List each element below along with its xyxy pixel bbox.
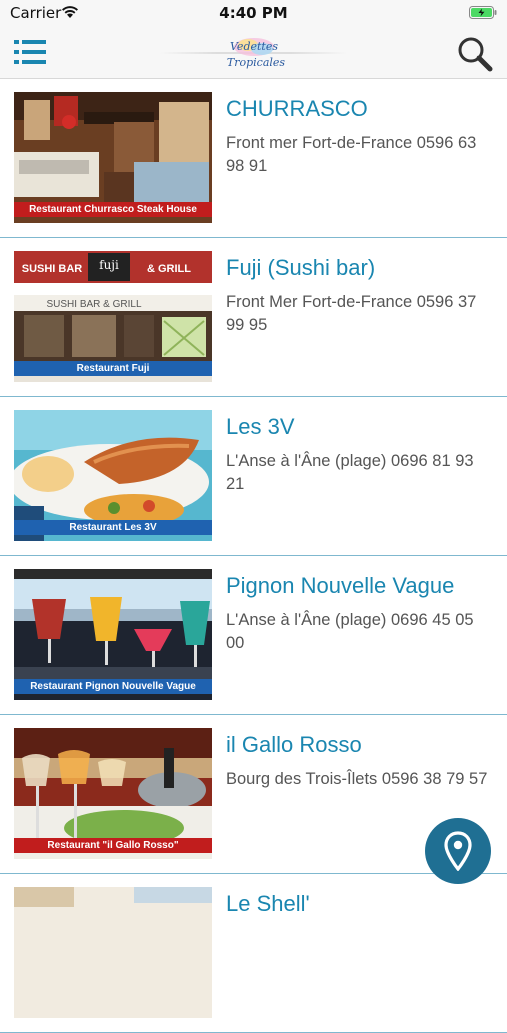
photo-caption: Restaurant Les 3V [14, 520, 212, 535]
clock: 4:40 PM [219, 4, 288, 22]
photo-caption: Restaurant Churrasco Steak House [14, 202, 212, 217]
svg-text:Tropicales: Tropicales [227, 56, 286, 69]
restaurant-name: CHURRASCO [226, 96, 368, 121]
photo-caption: Restaurant "il Gallo Rosso" [14, 838, 212, 853]
restaurant-name: Les 3V [226, 414, 295, 439]
svg-text:& GRILL: & GRILL [147, 263, 191, 275]
restaurant-address: Front mer Fort-de-France 0596 63 98 91 [226, 134, 477, 175]
restaurant-photo: SUSHI BAR fuji & GRILL SUSHI BAR & GRILL… [14, 251, 212, 382]
list-menu-icon[interactable] [14, 38, 46, 66]
restaurant-photo [14, 887, 212, 1018]
restaurant-address: Bourg des Trois-Îlets 0596 38 79 57 [226, 770, 488, 788]
restaurant-name: Le Shell' [226, 891, 310, 916]
svg-text:fuji: fuji [99, 258, 119, 272]
list-item[interactable]: Le Shell' [0, 874, 507, 1033]
list-item[interactable]: SUSHI BAR fuji & GRILL SUSHI BAR & GRILL… [0, 238, 507, 397]
photo-caption: Restaurant Fuji [14, 361, 212, 376]
status-bar: Carrier 4:40 PM [0, 0, 507, 26]
svg-text:SUSHI BAR: SUSHI BAR [22, 263, 83, 275]
restaurant-name: il Gallo Rosso [226, 732, 362, 757]
magnifier-icon[interactable] [457, 36, 493, 72]
restaurant-photo: Restaurant "il Gallo Rosso" [14, 728, 212, 859]
restaurant-photo: Restaurant Les 3V [14, 410, 212, 541]
restaurant-list: Restaurant Churrasco Steak House CHURRAS… [0, 79, 507, 1033]
list-item[interactable]: Restaurant Churrasco Steak House CHURRAS… [0, 79, 507, 238]
list-item[interactable]: Restaurant Les 3V Les 3V L'Anse à l'Âne … [0, 397, 507, 556]
svg-text:SUSHI BAR & GRILL: SUSHI BAR & GRILL [46, 299, 141, 310]
app-logo: Vedettes Tropicales [160, 32, 347, 74]
restaurant-name: Pignon Nouvelle Vague [226, 573, 455, 598]
restaurant-photo: Restaurant Pignon Nouvelle Vague [14, 569, 212, 700]
restaurant-address: L'Anse à l'Âne (plage) 0696 45 05 00 [226, 611, 474, 652]
photo-caption: Restaurant Pignon Nouvelle Vague [14, 679, 212, 694]
nav-bar: Vedettes Tropicales [0, 26, 507, 79]
restaurant-photo: Restaurant Churrasco Steak House [14, 92, 212, 223]
battery-icon [469, 6, 497, 19]
svg-text:Vedettes: Vedettes [230, 40, 278, 53]
restaurant-address: Front Mer Fort-de-France 0596 37 99 95 [226, 293, 477, 334]
list-item[interactable]: Restaurant Pignon Nouvelle Vague Pignon … [0, 556, 507, 715]
restaurant-address: L'Anse à l'Âne (plage) 0696 81 93 21 [226, 452, 474, 493]
map-pin-icon [444, 831, 472, 871]
map-button[interactable] [425, 818, 491, 884]
restaurant-name: Fuji (Sushi bar) [226, 255, 376, 280]
